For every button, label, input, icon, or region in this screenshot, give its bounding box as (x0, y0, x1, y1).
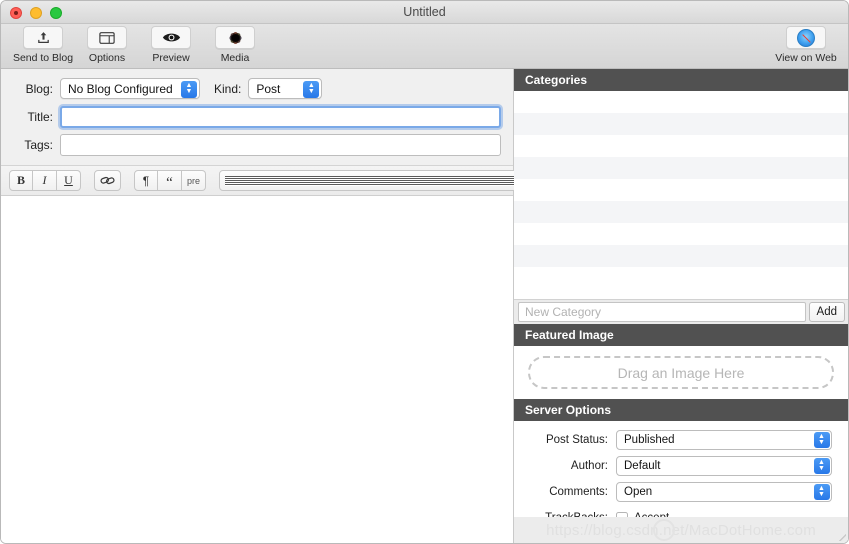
list-item[interactable] (514, 135, 848, 157)
eye-icon[interactable] (151, 26, 191, 49)
title-row: Title: (13, 105, 501, 128)
title-label: Title: (27, 109, 53, 124)
server-options-section-header: Server Options (514, 399, 848, 421)
blockquote-button[interactable]: “ (158, 170, 182, 191)
app-window: Untitled Send to Blog Options Preview Me… (0, 0, 849, 544)
window-body: Blog: No Blog Configured ▲ ▼ Kind: Post ▲… (1, 69, 848, 543)
post-status-value: Published (624, 433, 675, 446)
comments-label: Comments: (549, 485, 608, 498)
list-item[interactable] (514, 267, 848, 289)
kind-select-value: Post (256, 81, 281, 96)
inspector-pane: Categories Add Featured Image Drag an Im… (514, 69, 848, 543)
toolbar-label: Send to Blog (12, 52, 74, 64)
window-layout-glyph (99, 31, 115, 44)
pinwheel-glyph (227, 29, 244, 46)
formatting-toolbar: B I U ¶ “ pre (1, 166, 793, 196)
watermark: https://blog.csdn.net/MacDotHome.com (514, 517, 848, 543)
chevron-updown-icon[interactable]: ▲ ▼ (813, 457, 830, 474)
image-dropzone[interactable]: Drag an Image Here (528, 356, 834, 389)
title-input[interactable] (60, 105, 501, 128)
safari-compass-icon[interactable] (786, 26, 826, 49)
toolbar-label: Preview (152, 52, 190, 64)
window-title: Untitled (403, 5, 446, 19)
upload-arrow-glyph (37, 32, 49, 43)
toolbar-left-group: Send to Blog Options Preview Media (12, 26, 263, 64)
comments-row: Comments: Open ▲ ▼ (524, 481, 838, 502)
eye-glyph (162, 33, 180, 42)
list-item[interactable] (514, 223, 848, 245)
toolbar-label: View on Web (775, 52, 837, 64)
chevron-updown-icon[interactable]: ▲ ▼ (813, 431, 830, 448)
new-category-row: Add (514, 300, 848, 324)
toolbar-item-options[interactable]: Options (79, 26, 135, 64)
chevron-updown-icon[interactable]: ▲ ▼ (181, 80, 197, 98)
post-status-label: Post Status: (545, 433, 608, 446)
editor-pane: Blog: No Blog Configured ▲ ▼ Kind: Post ▲… (1, 69, 793, 543)
list-item[interactable] (514, 157, 848, 179)
bold-button[interactable]: B (9, 170, 33, 191)
chevron-updown-icon[interactable]: ▲ ▼ (303, 80, 320, 98)
blog-select-value: No Blog Configured (68, 81, 173, 96)
post-body-editor[interactable] (1, 196, 513, 543)
tags-label: Tags: (24, 137, 53, 152)
text-style-group: B I U (9, 170, 81, 191)
list-item[interactable] (514, 91, 848, 113)
server-options-body: Post Status: Published ▲ ▼ Author: Defaul… (514, 421, 848, 543)
kind-select[interactable]: Post ▲ ▼ (248, 78, 323, 99)
author-value: Default (624, 459, 661, 472)
italic-button[interactable]: I (33, 170, 57, 191)
list-item[interactable] (514, 245, 848, 267)
author-label: Author: (570, 459, 608, 472)
paragraph-button[interactable]: ¶ (134, 170, 158, 191)
categories-section-header: Categories (514, 69, 848, 91)
upload-arrow-icon[interactable] (23, 26, 63, 49)
featured-image-section-header: Featured Image (514, 324, 848, 346)
post-metadata-form: Blog: No Blog Configured ▲ ▼ Kind: Post ▲… (1, 69, 513, 166)
photos-pinwheel-icon[interactable] (215, 26, 255, 49)
toolbar-right-group: View on Web (775, 26, 837, 64)
chevron-updown-icon[interactable]: ▲ ▼ (813, 483, 830, 500)
watermark-ring-icon (653, 519, 675, 541)
toolbar-label: Media (220, 52, 250, 64)
block-style-group: ¶ “ pre (134, 170, 207, 191)
author-row: Author: Default ▲ ▼ (524, 455, 838, 476)
window-layout-icon[interactable] (87, 26, 127, 49)
preformatted-button[interactable]: pre (182, 170, 207, 191)
kind-label: Kind: (214, 81, 242, 96)
tags-row: Tags: (13, 133, 501, 156)
list-item[interactable] (514, 201, 848, 223)
new-category-input[interactable] (518, 302, 806, 322)
toolbar-item-preview[interactable]: Preview (143, 26, 199, 64)
blog-select[interactable]: No Blog Configured ▲ ▼ (60, 78, 200, 99)
featured-image-area: Drag an Image Here (514, 346, 848, 399)
blog-label: Blog: (25, 81, 53, 96)
post-status-select[interactable]: Published ▲ ▼ (616, 429, 832, 450)
blog-kind-row: Blog: No Blog Configured ▲ ▼ Kind: Post ▲… (13, 77, 501, 100)
watermark-text: https://blog.csdn.net/MacDotHome.com (546, 521, 816, 539)
link-button[interactable] (94, 170, 121, 191)
add-category-button[interactable]: Add (808, 302, 845, 322)
tags-input[interactable] (60, 133, 501, 156)
toolbar-item-media[interactable]: Media (207, 26, 263, 64)
resize-grip[interactable] (837, 532, 846, 541)
list-item[interactable] (514, 179, 848, 201)
categories-list[interactable] (514, 91, 848, 300)
compass-glyph (797, 28, 815, 47)
underline-button[interactable]: U (57, 170, 81, 191)
main-toolbar: Send to Blog Options Preview Media View … (1, 24, 848, 69)
comments-value: Open (624, 485, 653, 498)
link-icon (100, 176, 115, 185)
link-group (94, 170, 121, 191)
toolbar-item-send-to-blog[interactable]: Send to Blog (12, 26, 74, 64)
toolbar-label: Options (88, 52, 126, 64)
comments-select[interactable]: Open ▲ ▼ (616, 481, 832, 502)
list-item[interactable] (514, 113, 848, 135)
title-bar: Untitled (1, 1, 848, 24)
toolbar-item-view-on-web[interactable]: View on Web (775, 26, 837, 64)
author-select[interactable]: Default ▲ ▼ (616, 455, 832, 476)
post-status-row: Post Status: Published ▲ ▼ (524, 429, 838, 450)
